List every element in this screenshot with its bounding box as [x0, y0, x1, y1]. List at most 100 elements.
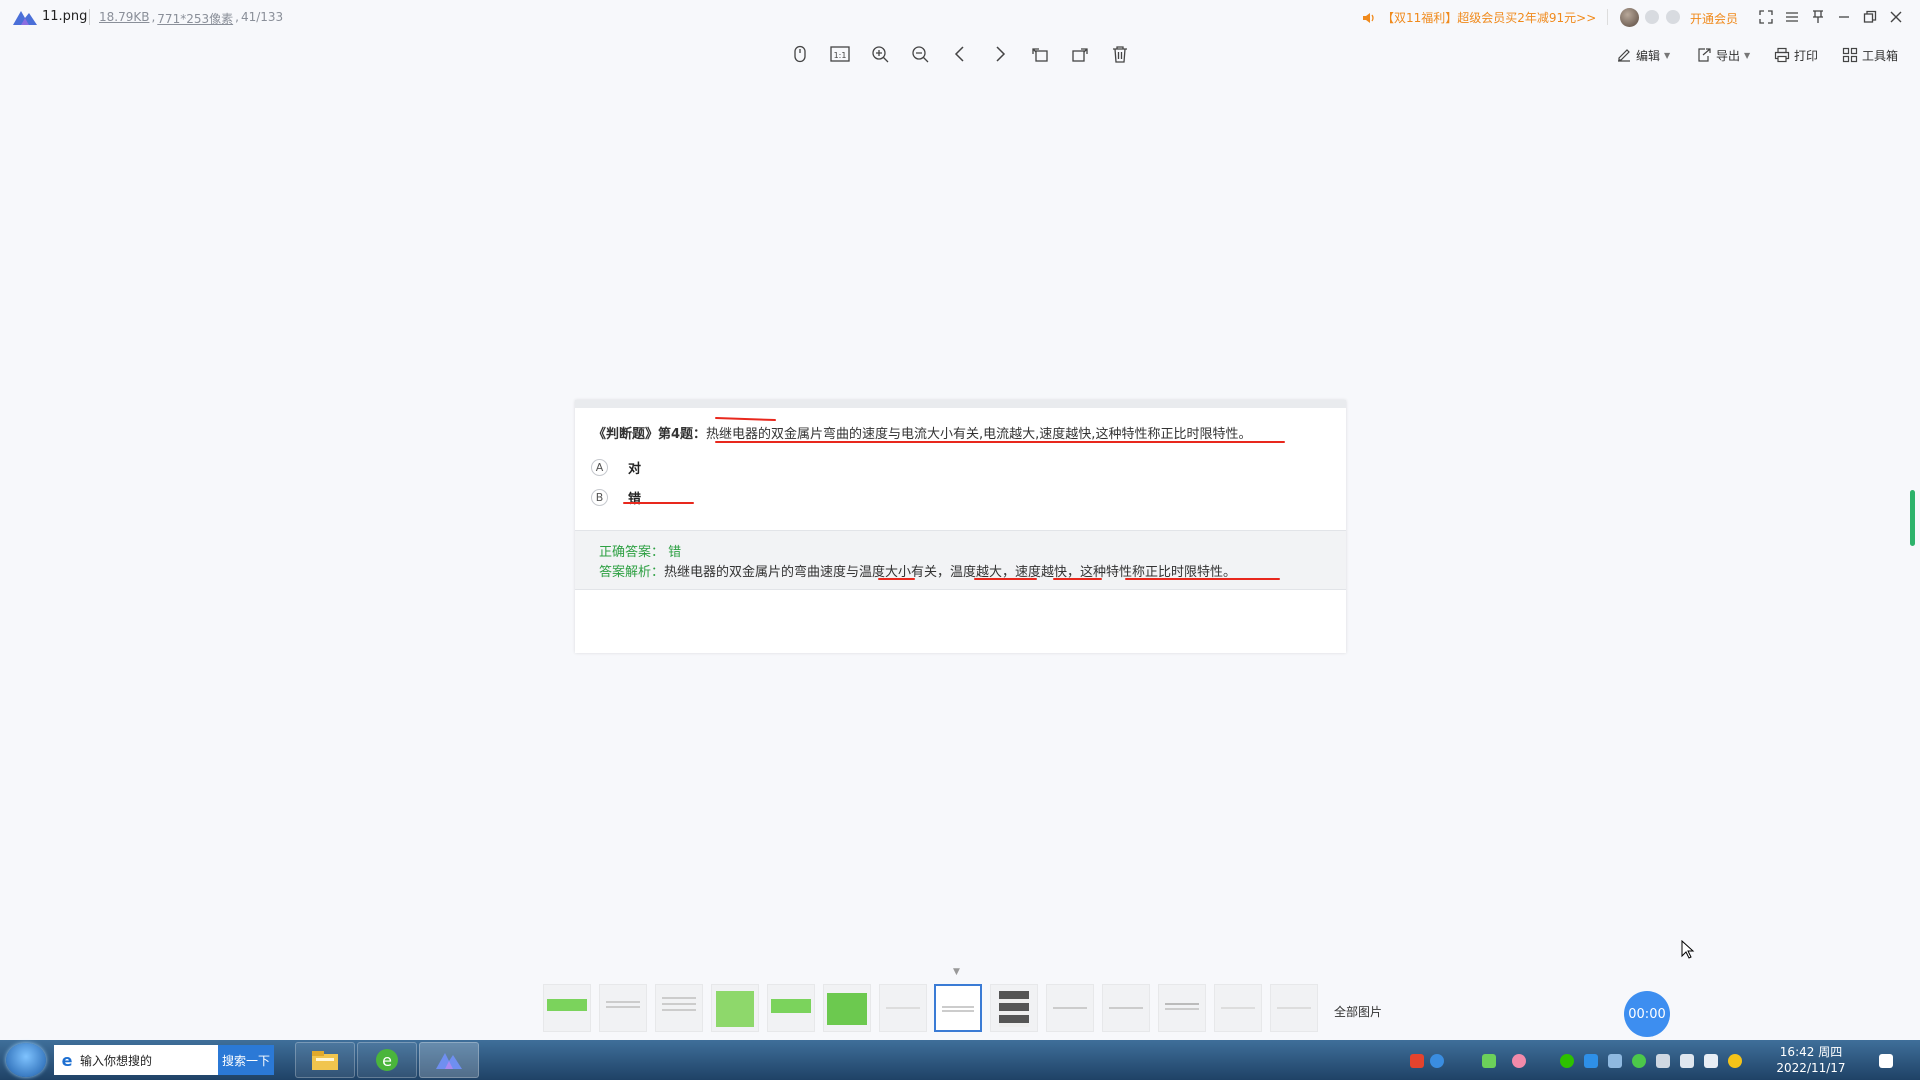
help-icon[interactable]	[1430, 1054, 1444, 1068]
printer-icon	[1774, 47, 1790, 63]
close-icon[interactable]	[1886, 7, 1906, 27]
volume-icon[interactable]	[1704, 1054, 1718, 1068]
thumbnail-selected[interactable]	[934, 984, 982, 1032]
mouse-cursor-icon	[1681, 940, 1695, 959]
file-size[interactable]: 18.79KB	[99, 10, 149, 27]
delete-icon[interactable]	[1108, 42, 1132, 66]
ie-icon: e	[62, 1051, 73, 1069]
taskbar-search-input[interactable]: e 输入你想搜的	[54, 1045, 218, 1075]
timer-button[interactable]: 00:00	[1624, 991, 1670, 1037]
export-label: 导出	[1716, 48, 1741, 63]
grid-icon	[1842, 47, 1858, 63]
thumbnail[interactable]	[823, 984, 871, 1032]
option-letter: A	[591, 459, 608, 476]
thumbnail[interactable]	[599, 984, 647, 1032]
collapse-icon[interactable]: ▼	[953, 967, 960, 977]
thumbnail[interactable]	[767, 984, 815, 1032]
display-icon[interactable]	[1680, 1054, 1694, 1068]
file-name: 11.png	[42, 9, 88, 24]
thumbnail[interactable]	[711, 984, 759, 1032]
answer-box: 正确答案： 错 答案解析：热继电器的双金属片的弯曲速度与温度大小有关，温度越大，…	[575, 530, 1346, 590]
correct-answer: 正确答案： 错	[599, 541, 681, 560]
zoom-out-icon[interactable]	[908, 42, 932, 66]
svg-text:e: e	[62, 1051, 73, 1069]
thumbnail[interactable]	[1214, 984, 1262, 1032]
previous-icon[interactable]	[948, 42, 972, 66]
sogou-ime-icon[interactable]	[1410, 1054, 1424, 1068]
question-label: 《判断题》第4题：	[593, 427, 707, 442]
speaker-icon	[1363, 12, 1374, 23]
thumbnail[interactable]	[1046, 984, 1094, 1032]
ink-mark	[714, 416, 777, 422]
file-explorer-icon[interactable]	[295, 1042, 355, 1078]
security-icon[interactable]	[1728, 1054, 1742, 1068]
network-icon[interactable]	[1608, 1054, 1622, 1068]
file-meta: 18.79KB , 771*253像素 , 41/133	[99, 10, 283, 27]
option-a: A 对	[591, 458, 641, 477]
next-icon[interactable]	[988, 42, 1012, 66]
answer-value: 错	[668, 545, 682, 560]
rotate-left-icon[interactable]	[1028, 42, 1052, 66]
pin-icon[interactable]	[1808, 7, 1828, 27]
mouse-mode-icon[interactable]	[788, 42, 812, 66]
edit-button[interactable]: 编辑 ▼	[1616, 44, 1670, 66]
thumbnail[interactable]	[543, 984, 591, 1032]
actual-size-icon[interactable]: 1:1	[828, 42, 852, 66]
thumbnail[interactable]	[1102, 984, 1150, 1032]
image-dimensions[interactable]: 771*253像素	[157, 10, 233, 27]
chevron-down-icon: ▼	[1744, 50, 1751, 60]
clock-time: 16:42 周四	[1779, 1045, 1843, 1059]
menu-icon[interactable]	[1782, 7, 1802, 27]
promo-banner[interactable]: 【双11福利】超级会员买2年减91元>>	[1362, 9, 1596, 26]
wechat-icon[interactable]	[1560, 1054, 1574, 1068]
shield-icon[interactable]	[1584, 1054, 1598, 1068]
scrollbar-thumb[interactable]	[1910, 490, 1915, 546]
svg-text:1:1: 1:1	[834, 51, 847, 60]
fullscreen-icon[interactable]	[1756, 7, 1776, 27]
search-button[interactable]: 搜索一下	[218, 1045, 274, 1075]
chevron-down-icon: ▼	[1664, 50, 1671, 60]
zoom-in-icon[interactable]	[868, 42, 892, 66]
image-canvas: 《判断题》第4题：热继电器的双金属片弯曲的速度与电流大小有关,电流越大,速度越快…	[575, 400, 1346, 653]
export-button[interactable]: 导出 ▼	[1696, 44, 1750, 66]
start-button[interactable]	[6, 1043, 46, 1077]
ink-underline	[623, 502, 694, 504]
meta-comma: ,	[151, 10, 156, 24]
printer-tray-icon[interactable]	[1656, 1054, 1670, 1068]
image-viewer-app-icon[interactable]	[419, 1042, 479, 1078]
vip-link[interactable]: 开通会员	[1690, 10, 1738, 27]
divider	[1607, 9, 1608, 25]
flower-icon[interactable]	[1512, 1054, 1526, 1068]
avatar[interactable]	[1620, 8, 1639, 27]
member-badge-icon	[1666, 10, 1680, 24]
ink-underline	[974, 578, 1037, 580]
show-desktop-icon[interactable]	[1879, 1054, 1893, 1068]
thumbnail[interactable]	[879, 984, 927, 1032]
thumbnail[interactable]	[655, 984, 703, 1032]
toolbox-button[interactable]: 工具箱	[1842, 44, 1898, 66]
print-label: 打印	[1794, 48, 1819, 63]
answer-label: 正确答案：	[599, 545, 665, 560]
sync-icon[interactable]	[1632, 1054, 1646, 1068]
thumbnail[interactable]	[1158, 984, 1206, 1032]
restore-icon[interactable]	[1860, 7, 1880, 27]
thumbnail[interactable]	[990, 984, 1038, 1032]
rotate-right-icon[interactable]	[1068, 42, 1092, 66]
divider	[89, 9, 90, 25]
promo-text: 【双11福利】超级会员买2年减91元>>	[1382, 11, 1597, 25]
clock-date: 2022/11/17	[1776, 1061, 1846, 1075]
browser-icon[interactable]: e	[357, 1042, 417, 1078]
clock[interactable]: 16:42 周四 2022/11/17	[1766, 1044, 1856, 1076]
svg-text:e: e	[382, 1051, 392, 1070]
question-line: 《判断题》第4题：热继电器的双金属片弯曲的速度与电流大小有关,电流越大,速度越快…	[593, 423, 1251, 442]
member-badge-icon	[1645, 10, 1659, 24]
option-text: 错	[628, 492, 642, 507]
minimize-icon[interactable]	[1834, 7, 1854, 27]
toolbox-label: 工具箱	[1862, 48, 1899, 63]
export-icon	[1698, 48, 1711, 62]
all-images-link[interactable]: 全部图片	[1334, 1003, 1382, 1020]
battery-icon[interactable]	[1482, 1054, 1496, 1068]
print-button[interactable]: 打印	[1774, 44, 1818, 66]
thumbnail[interactable]	[1270, 984, 1318, 1032]
title-bar: 11.png 18.79KB , 771*253像素 , 41/133 【双11…	[0, 0, 1920, 34]
